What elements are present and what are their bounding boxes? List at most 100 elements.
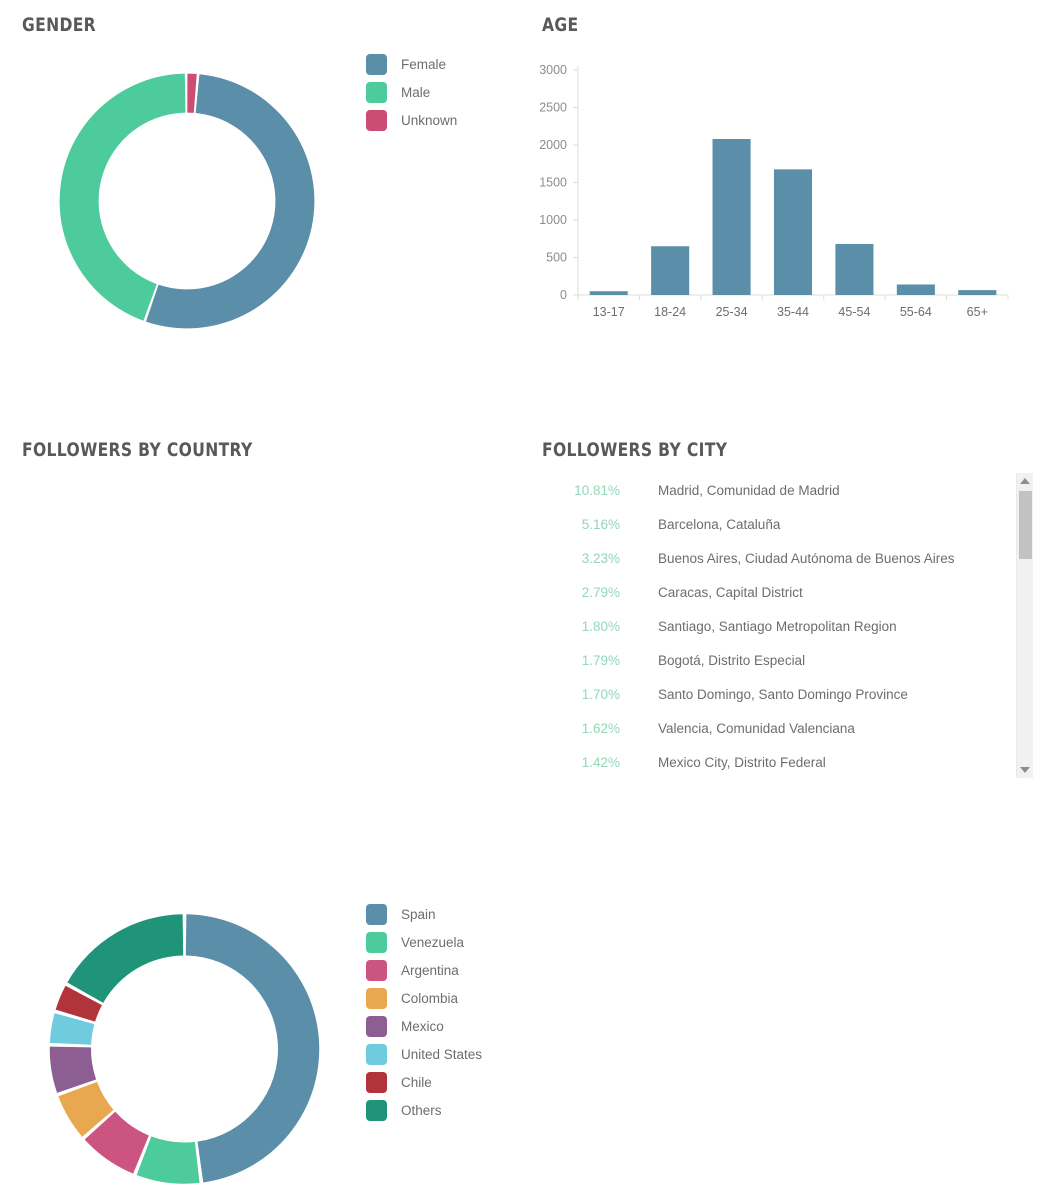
- city-list-item[interactable]: 1.70% Santo Domingo, Santo Domingo Provin…: [542, 677, 1030, 711]
- legend-color-swatch: [366, 81, 387, 103]
- city-list-item[interactable]: 10.81% Madrid, Comunidad de Madrid: [542, 473, 1030, 507]
- legend-label: Colombia: [401, 990, 459, 1006]
- age-chart-svg: 0 500 1000 1500 2000 2500 3000 13-17 18-24 25-34 3…: [539, 63, 1009, 319]
- age-bar-chart[interactable]: 0 500 1000 1500 2000 2500 3000 13-17 18-24 25-34 3…: [530, 0, 1059, 410]
- city-list-item[interactable]: 5.16% Barcelona, Cataluña: [542, 507, 1030, 541]
- city-name: Mexico City, Distrito Federal: [658, 754, 826, 770]
- city-percent: 1.42%: [581, 754, 620, 770]
- city-percent: 1.80%: [581, 618, 620, 634]
- legend-item[interactable]: Mexico: [366, 1012, 482, 1040]
- legend-label: Mexico: [401, 1018, 444, 1034]
- legend-color-swatch: [366, 109, 387, 131]
- city-percent: 3.23%: [581, 550, 620, 566]
- city-panel-title: FOLLOWERS BY CITY: [542, 439, 728, 461]
- country-donut-chart[interactable]: [47, 910, 322, 1188]
- legend-item[interactable]: Chile: [366, 1068, 482, 1096]
- legend-item[interactable]: Male: [366, 78, 457, 106]
- legend-color-swatch: [366, 959, 387, 981]
- legend-item[interactable]: Female: [366, 50, 457, 78]
- x-axis-category-label: 45-54: [838, 305, 870, 319]
- city-list-item[interactable]: 1.79% Bogotá, Distrito Especial: [542, 643, 1030, 677]
- legend-item[interactable]: Unknown: [366, 106, 457, 134]
- bar[interactable]: [896, 284, 935, 296]
- legend-color-swatch: [366, 903, 387, 925]
- legend-item[interactable]: Colombia: [366, 984, 482, 1012]
- legend-color-swatch: [366, 1071, 387, 1093]
- legend-color-swatch: [366, 53, 387, 75]
- city-list-scrollbar[interactable]: [1016, 473, 1033, 778]
- gender-panel-title: GENDER: [22, 14, 97, 36]
- y-axis-label: 2500: [539, 101, 567, 115]
- legend-label: United States: [401, 1046, 483, 1062]
- gender-donut-svg: [59, 73, 315, 329]
- y-axis-label: 500: [546, 251, 567, 265]
- legend-label: Venezuela: [401, 934, 465, 950]
- legend-color-swatch: [366, 931, 387, 953]
- city-percent: 1.70%: [581, 686, 620, 702]
- bar[interactable]: [835, 244, 874, 295]
- city-percent: 10.81%: [574, 482, 620, 498]
- city-name: Madrid, Comunidad de Madrid: [658, 482, 840, 498]
- city-list-item[interactable]: 1.80% Santiago, Santiago Metropolitan Reg…: [542, 609, 1030, 643]
- bar[interactable]: [589, 291, 628, 295]
- gender-panel: GENDER Female Male Unknown: [0, 0, 530, 410]
- y-axis-label: 2000: [539, 138, 567, 152]
- legend-color-swatch: [366, 1099, 387, 1121]
- city-name: Bogotá, Distrito Especial: [658, 652, 806, 668]
- legend-label: Others: [401, 1102, 442, 1118]
- legend-label: Female: [401, 56, 447, 72]
- city-percent: 2.79%: [581, 584, 620, 600]
- country-legend: Spain Venezuela Argentina Colombia Mexico Uni…: [366, 900, 482, 1124]
- city-name: Santo Domingo, Santo Domingo Province: [658, 686, 908, 702]
- x-axis-category-label: 55-64: [900, 305, 932, 319]
- city-list[interactable]: 10.81% Madrid, Comunidad de Madrid 5.16% Ba…: [542, 473, 1030, 778]
- scroll-up-arrow-icon[interactable]: [1017, 473, 1033, 489]
- scroll-down-arrow-icon[interactable]: [1017, 762, 1033, 778]
- legend-item[interactable]: Argentina: [366, 956, 482, 984]
- legend-item[interactable]: United States: [366, 1040, 482, 1068]
- legend-item[interactable]: Spain: [366, 900, 482, 928]
- bar[interactable]: [651, 246, 690, 295]
- donut-segment[interactable]: [185, 914, 320, 1183]
- x-axis-category-label: 25-34: [716, 305, 748, 319]
- donut-segment[interactable]: [187, 73, 197, 113]
- city-name: Buenos Aires, Ciudad Autónoma de Buenos …: [658, 550, 955, 566]
- y-axis-label: 3000: [539, 63, 567, 77]
- city-panel: FOLLOWERS BY CITY 10.81% Madrid, Comunida…: [530, 425, 1059, 816]
- country-donut-svg: [49, 914, 320, 1184]
- legend-label: Argentina: [401, 962, 459, 978]
- gender-legend: Female Male Unknown: [366, 50, 457, 134]
- bar[interactable]: [773, 169, 813, 295]
- city-name: Valencia, Comunidad Valenciana: [658, 720, 855, 736]
- city-name: Barcelona, Cataluña: [658, 516, 781, 532]
- legend-label: Unknown: [401, 112, 458, 128]
- x-axis-category-label: 13-17: [593, 305, 625, 319]
- legend-label: Chile: [401, 1074, 432, 1090]
- city-percent: 1.79%: [581, 652, 620, 668]
- age-panel: AGE 0 500 1000 1500 2000 2500 3000 13-17 18-24 25…: [530, 0, 1059, 410]
- legend-item[interactable]: Venezuela: [366, 928, 482, 956]
- city-percent: 1.62%: [581, 720, 620, 736]
- donut-segment[interactable]: [136, 1136, 200, 1184]
- city-name: Santiago, Santiago Metropolitan Region: [658, 618, 897, 634]
- bar[interactable]: [712, 139, 751, 295]
- bar[interactable]: [958, 290, 997, 295]
- country-panel: FOLLOWERS BY COUNTRY Spain Venezuela Argen…: [0, 425, 530, 1184]
- donut-segment[interactable]: [59, 73, 186, 321]
- legend-item[interactable]: Others: [366, 1096, 482, 1124]
- city-name: Caracas, Capital District: [658, 584, 803, 600]
- city-list-item[interactable]: 2.79% Caracas, Capital District: [542, 575, 1030, 609]
- city-list-item[interactable]: 3.23% Buenos Aires, Ciudad Autónoma de Bu…: [542, 541, 1030, 575]
- gender-donut-chart[interactable]: [57, 70, 317, 332]
- country-panel-title: FOLLOWERS BY COUNTRY: [22, 439, 253, 461]
- city-list-item[interactable]: 1.42% Mexico City, Distrito Federal: [542, 745, 1030, 778]
- legend-color-swatch: [366, 1043, 387, 1065]
- x-axis-category-label: 35-44: [777, 305, 809, 319]
- y-axis-label: 0: [560, 288, 567, 302]
- scrollbar-thumb[interactable]: [1019, 491, 1032, 559]
- legend-label: Spain: [401, 906, 436, 922]
- x-axis-category-label: 65+: [967, 305, 988, 319]
- donut-segment[interactable]: [67, 914, 184, 1003]
- legend-color-swatch: [366, 987, 387, 1009]
- city-list-item[interactable]: 1.62% Valencia, Comunidad Valenciana: [542, 711, 1030, 745]
